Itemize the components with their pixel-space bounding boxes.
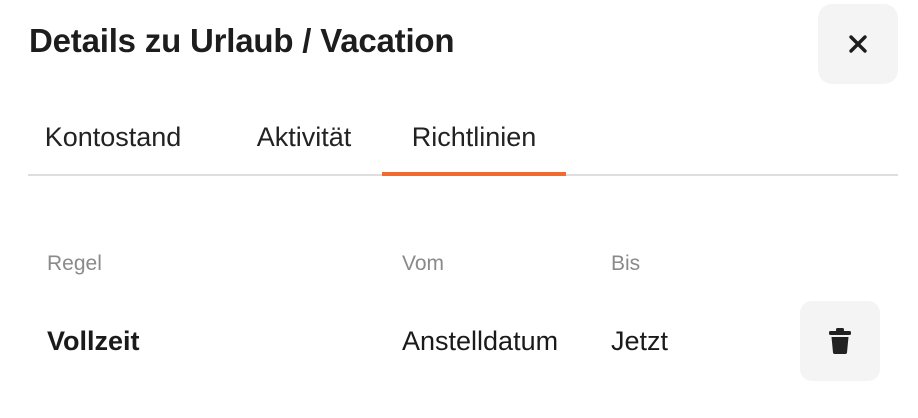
column-header-rule: Regel <box>47 252 102 275</box>
delete-button[interactable] <box>800 301 880 381</box>
tab-richtlinien[interactable]: Richtlinien <box>382 100 566 176</box>
tab-kontostand[interactable]: Kontostand <box>28 100 198 174</box>
close-button[interactable] <box>818 4 898 84</box>
tab-aktivitaet[interactable]: Aktivität <box>230 100 378 174</box>
rule-cell: Vollzeit <box>47 326 140 356</box>
close-icon <box>847 33 869 55</box>
to-cell: Jetzt <box>611 326 669 356</box>
column-header-to: Bis <box>611 252 641 275</box>
column-header-from: Vom <box>402 252 445 275</box>
dialog-title: Details zu Urlaub / Vacation <box>29 22 455 59</box>
from-cell: Anstelldatum <box>402 326 559 356</box>
trash-icon <box>828 327 852 355</box>
tab-bar: Kontostand Aktivität Richtlinien <box>28 100 898 176</box>
